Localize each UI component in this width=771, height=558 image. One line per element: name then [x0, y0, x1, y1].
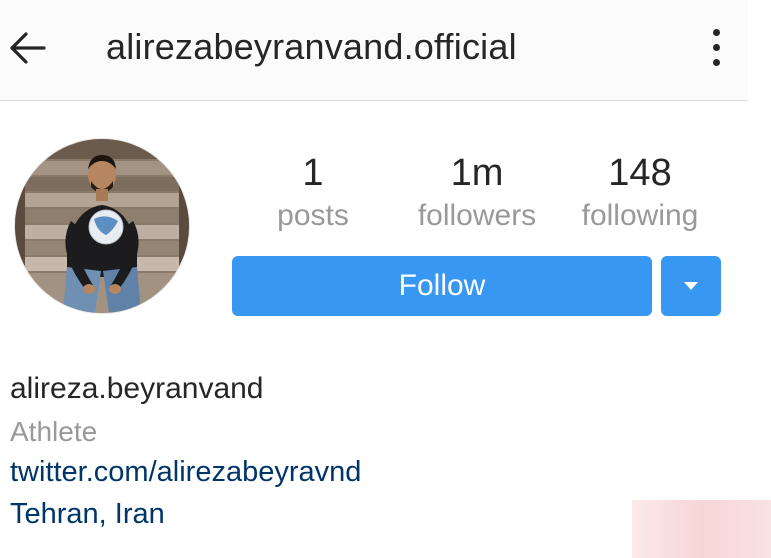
- follow-button[interactable]: Follow: [232, 256, 652, 316]
- bio-name: alireza.beyranvand: [10, 372, 264, 405]
- following-count: 148: [608, 152, 672, 194]
- posts-stat[interactable]: 1 posts: [270, 150, 356, 236]
- bio-category: Athlete: [10, 416, 98, 447]
- followers-stat[interactable]: 1m followers: [408, 150, 546, 236]
- top-bar: alirezabeyranvand.official: [0, 0, 748, 101]
- caret-down-icon: [684, 282, 698, 290]
- decorative-overlay: [632, 500, 771, 558]
- page-title: alirezabeyranvand.official: [106, 26, 517, 67]
- following-stat[interactable]: 148 following: [572, 150, 708, 236]
- posts-label: posts: [277, 199, 349, 232]
- posts-count: 1: [302, 152, 324, 194]
- followers-count: 1m: [450, 152, 504, 194]
- profile-photo: [15, 139, 189, 313]
- back-button[interactable]: [8, 28, 48, 68]
- bio-location[interactable]: Tehran, Iran: [10, 498, 165, 531]
- avatar[interactable]: [14, 138, 190, 314]
- bio-website-link[interactable]: twitter.com/alirezabeyravnd: [10, 456, 361, 489]
- suggested-accounts-dropdown-button[interactable]: [661, 256, 721, 316]
- following-label: following: [581, 199, 699, 232]
- more-options-button[interactable]: [702, 26, 730, 70]
- arrow-left-icon: [10, 32, 46, 64]
- followers-label: followers: [417, 199, 537, 232]
- profile-page: alirezabeyranvand.official 1 posts 1m fo…: [0, 0, 771, 558]
